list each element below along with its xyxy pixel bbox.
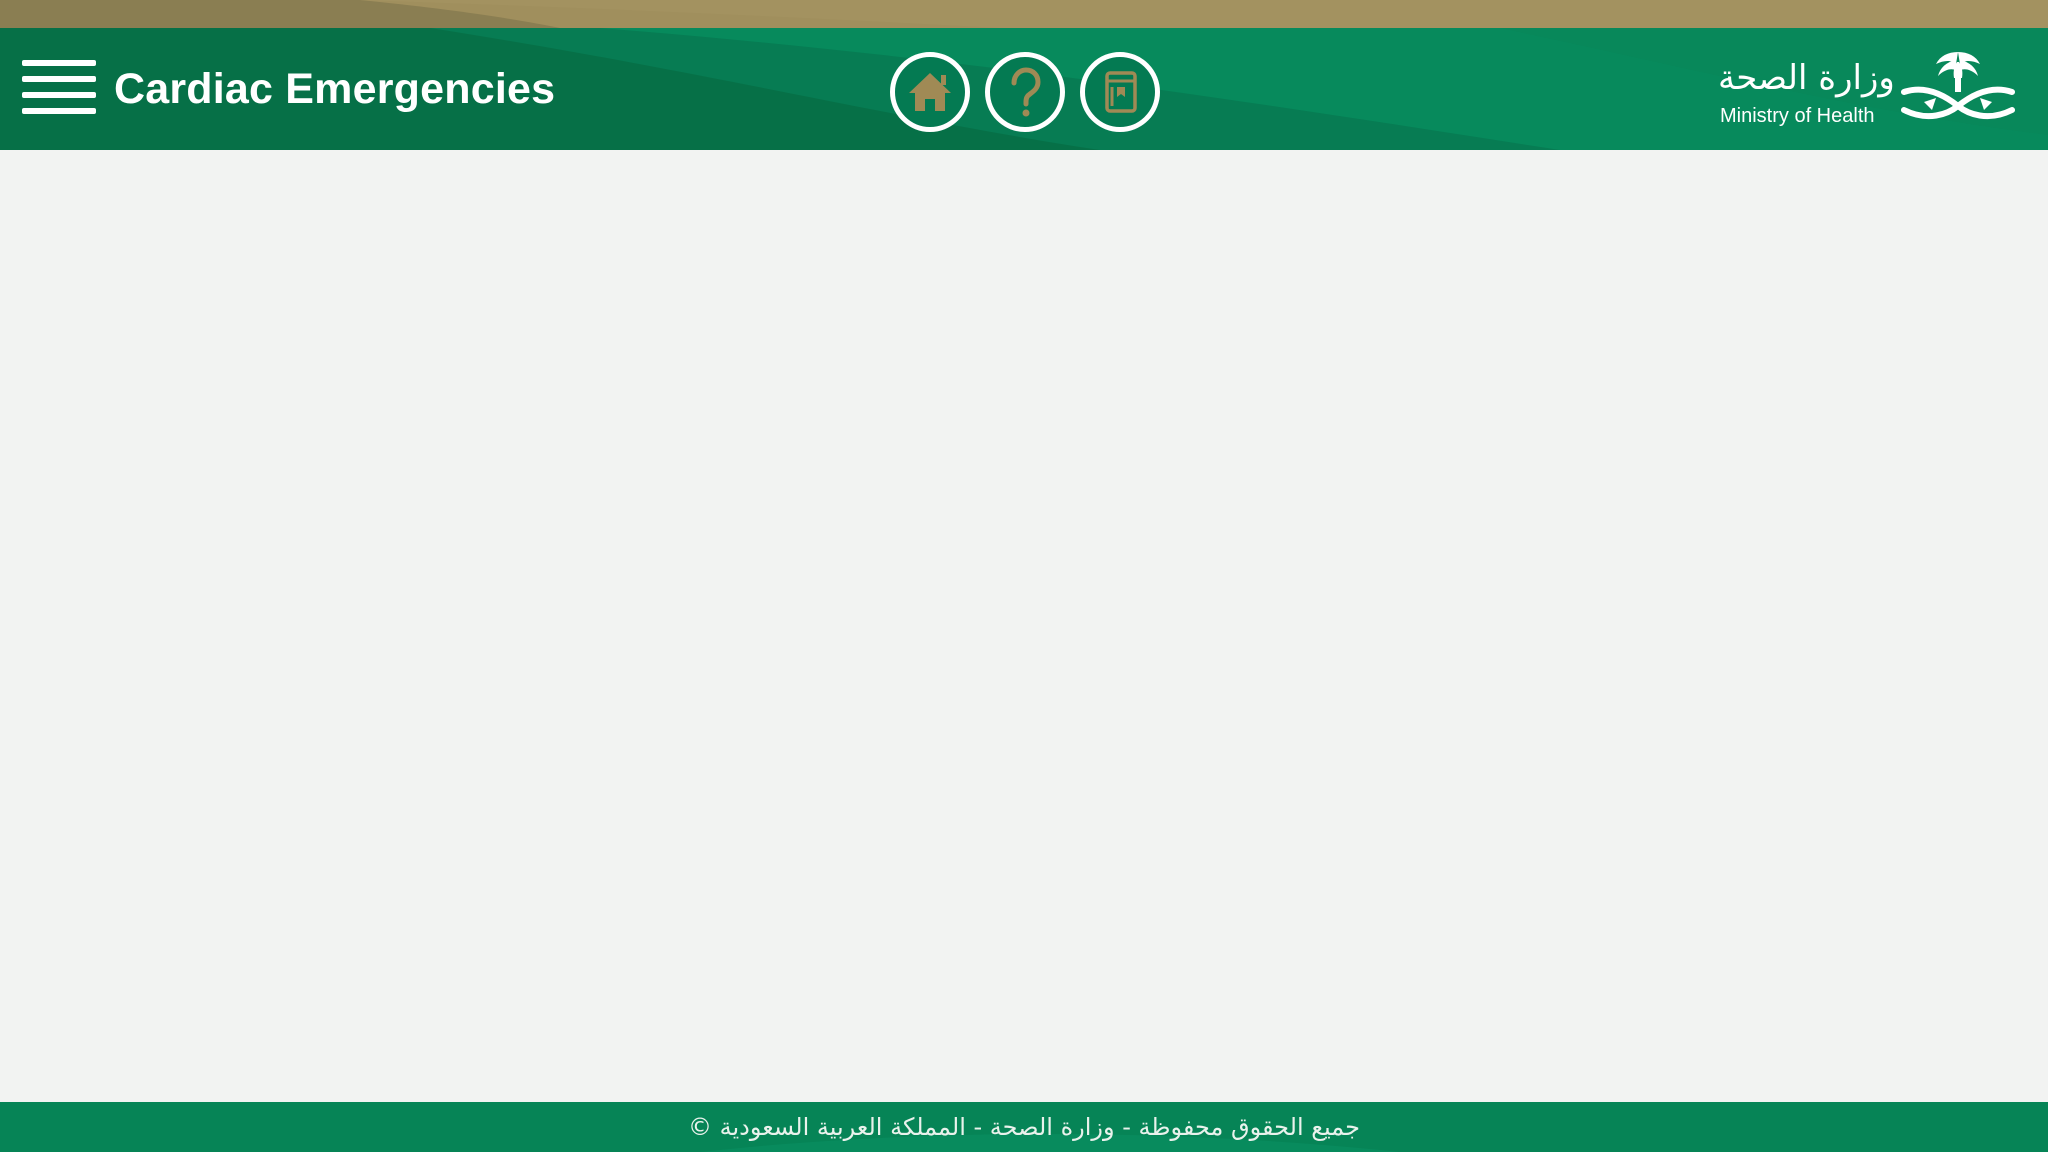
- hamburger-menu-icon-bar: [22, 76, 96, 82]
- main-content-area: [0, 150, 2048, 1102]
- help-button[interactable]: [985, 52, 1065, 132]
- question-mark-icon: [1011, 67, 1041, 117]
- book-icon: [1105, 71, 1137, 113]
- app-window: Cardiac Emergencies وزارة الصحة Ministry…: [0, 0, 2048, 1152]
- hamburger-menu-icon-bar: [22, 60, 96, 66]
- ministry-name-arabic: وزارة الصحة: [1718, 58, 1895, 98]
- app-header: Cardiac Emergencies وزارة الصحة Ministry…: [0, 0, 2048, 150]
- home-icon: [909, 73, 951, 111]
- home-button[interactable]: [890, 52, 970, 132]
- guide-button[interactable]: [1080, 52, 1160, 132]
- menu-button[interactable]: [22, 58, 98, 118]
- page-title: Cardiac Emergencies: [114, 65, 556, 113]
- footer-bar: جميع الحقوق محفوظة - وزارة الصحة - الممل…: [0, 1102, 2048, 1152]
- palm-swords-emblem-icon: [1901, 52, 2015, 120]
- copyright-text: جميع الحقوق محفوظة - وزارة الصحة - الممل…: [688, 1113, 1360, 1141]
- ministry-name-english: Ministry of Health: [1720, 105, 1875, 127]
- hamburger-menu-icon-bar: [22, 108, 96, 114]
- hamburger-menu-icon-bar: [22, 92, 96, 98]
